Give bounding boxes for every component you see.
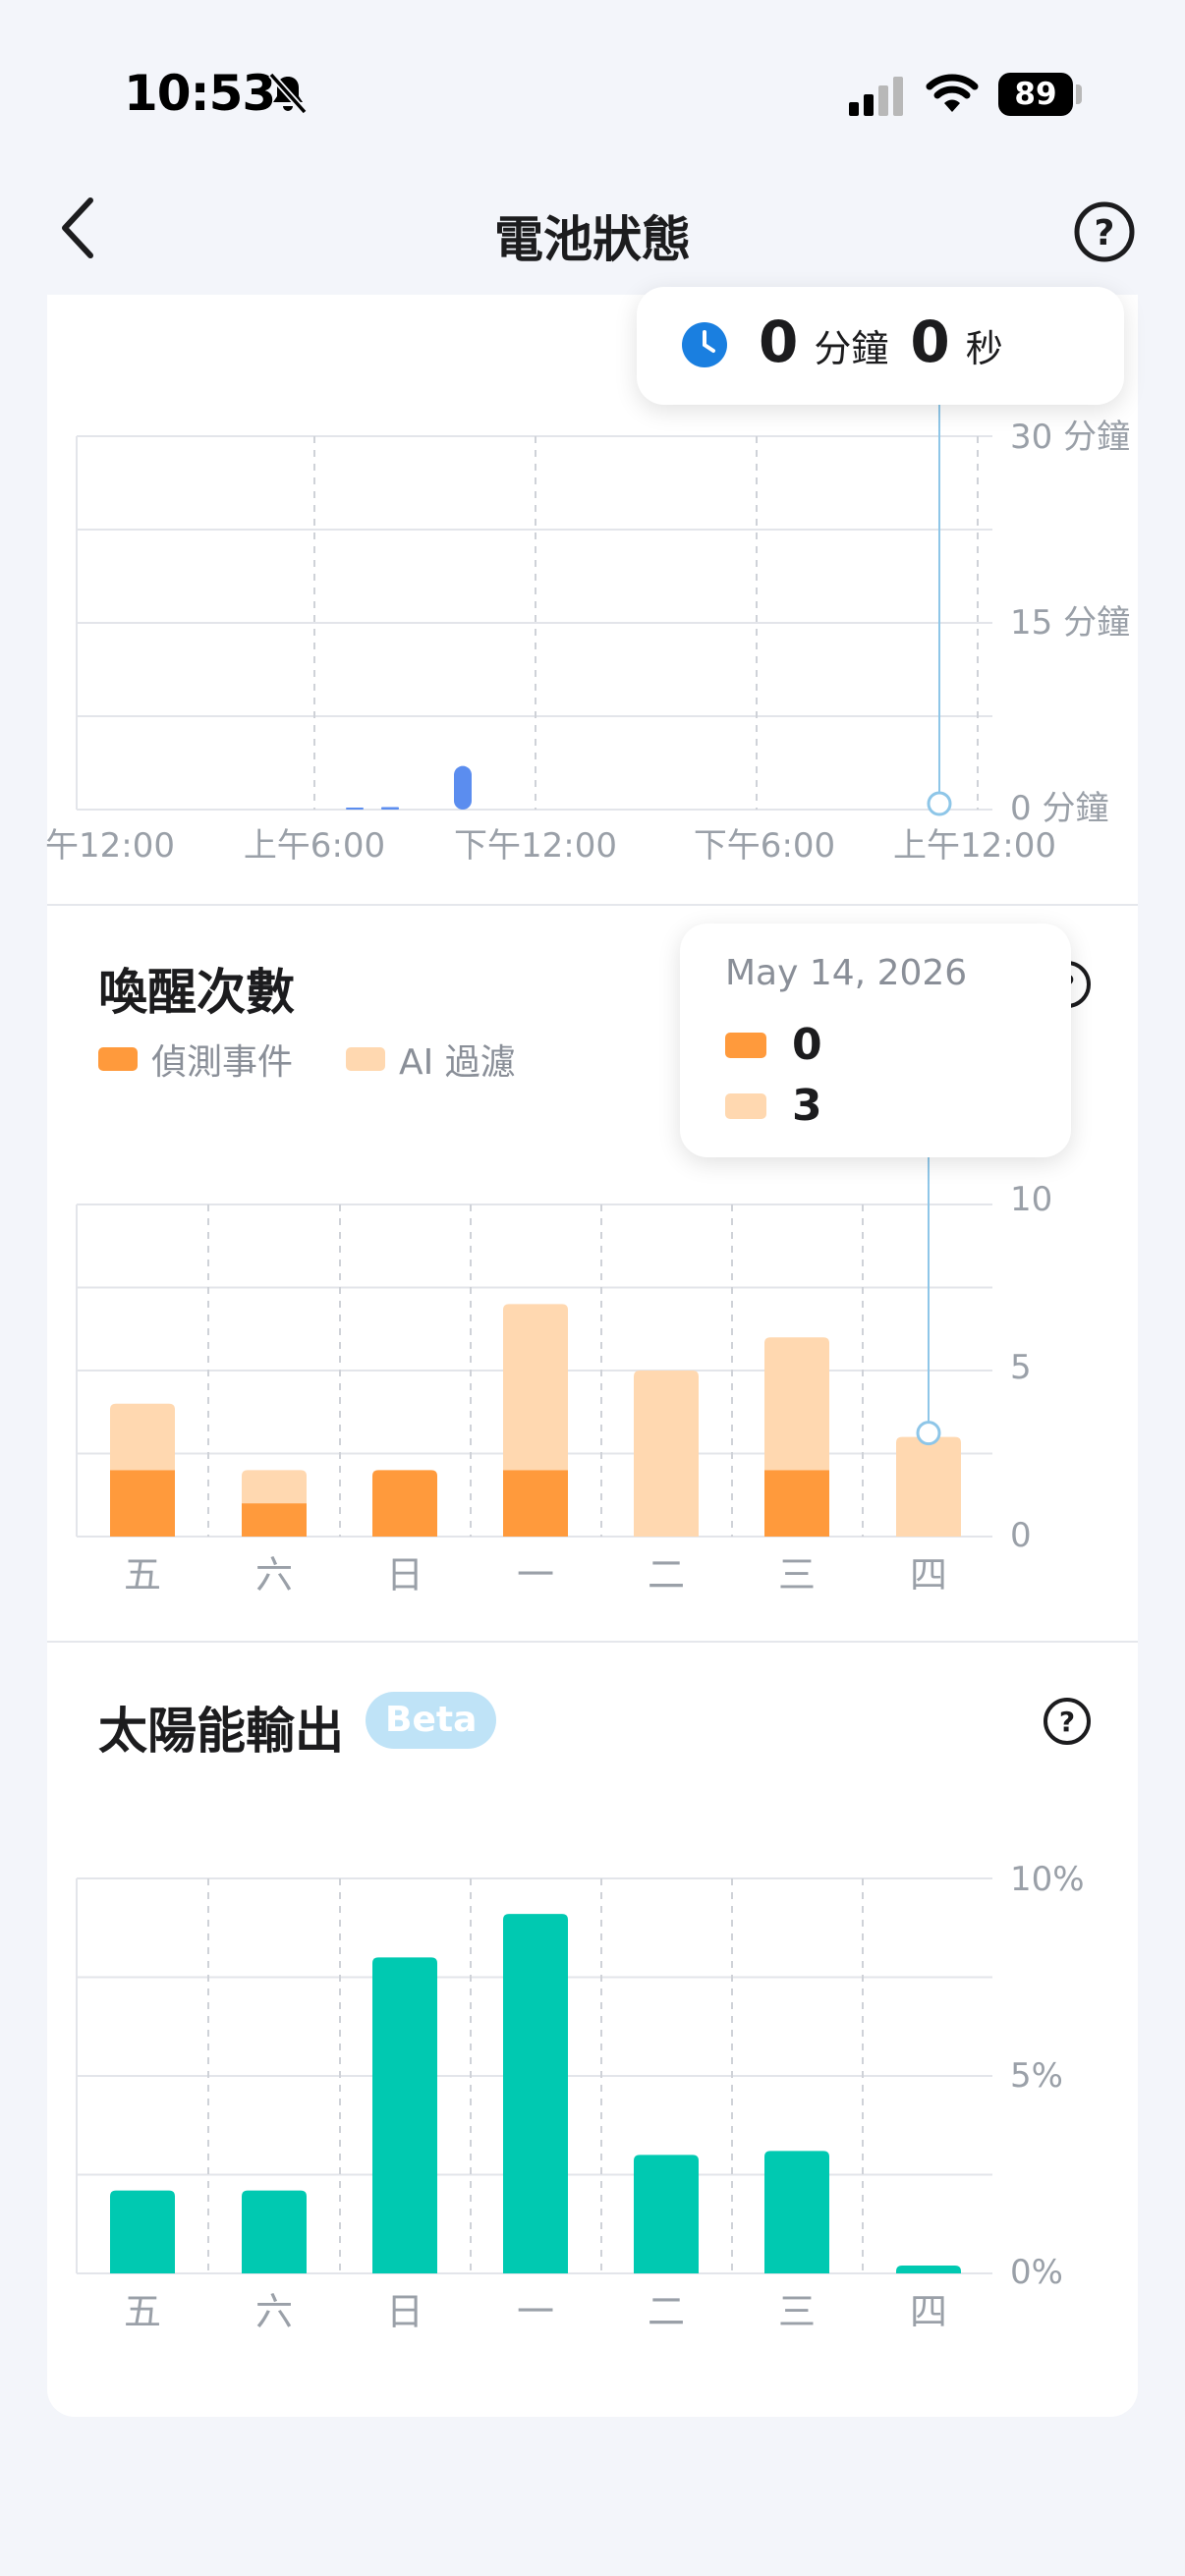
- x-axis-tick-label: 三: [778, 1553, 816, 1596]
- bar-ai-filter: [896, 1436, 961, 1537]
- tooltip-value-ai-filter: 3: [792, 1081, 822, 1131]
- bar-detection: [764, 1470, 829, 1537]
- usage-tooltip: 0 分鐘 0 秒: [637, 287, 1124, 405]
- x-axis-tick-label: 四: [910, 1553, 947, 1596]
- x-axis-tick-label: 三: [778, 2290, 816, 2333]
- bar-solar: [110, 2190, 175, 2273]
- bar-solar: [634, 2155, 699, 2273]
- duration-minutes-unit: 分鐘: [814, 327, 889, 370]
- legend-swatch-ai-filter: [346, 1047, 385, 1071]
- bar-ai-filter: [503, 1304, 568, 1471]
- bar-detection: [110, 1470, 175, 1537]
- tooltip-date: May 14, 2026: [725, 953, 968, 993]
- tooltip-row-detection: 0: [725, 1020, 822, 1070]
- bar-solar: [372, 1957, 437, 2273]
- bar-detection: [242, 1503, 307, 1537]
- legend-label-ai-filter: AI 過濾: [399, 1042, 516, 1083]
- usage-bar: [454, 765, 472, 810]
- x-axis-tick-label: 上午6:00: [244, 826, 385, 866]
- x-axis-tick-label: 四: [910, 2290, 947, 2333]
- x-axis-tick-label: 日: [386, 1553, 423, 1596]
- x-axis-tick-label: 一: [517, 2290, 554, 2333]
- usage-bar: [381, 807, 399, 810]
- bar-solar: [242, 2190, 307, 2273]
- duration-seconds-unit: 秒: [965, 327, 1003, 370]
- x-axis-tick-label: 下午6:00: [694, 826, 835, 866]
- x-axis-tick-label: 五: [124, 2290, 161, 2333]
- bar-solar: [503, 1914, 568, 2273]
- bar-ai-filter: [110, 1403, 175, 1471]
- y-axis-tick-label: 15 分鐘: [1010, 603, 1130, 643]
- clock-icon: [682, 322, 727, 367]
- tooltip-row-ai-filter: 3: [725, 1081, 822, 1131]
- y-axis-tick-label: 30 分鐘: [1010, 418, 1130, 457]
- svg-text:?: ?: [1059, 1706, 1075, 1738]
- bar-ai-filter: [242, 1470, 307, 1504]
- y-axis-tick-label: 5%: [1010, 2056, 1063, 2096]
- x-axis-tick-label: 下午12:00: [454, 826, 617, 866]
- x-axis-tick-label: 六: [255, 2290, 293, 2333]
- x-axis-tick-label: 二: [648, 1553, 685, 1596]
- bar-detection: [372, 1470, 437, 1537]
- x-axis-tick-label: 午12:00: [45, 826, 175, 866]
- tooltip-swatch-ai-filter: [725, 1092, 766, 1119]
- y-axis-tick-label: 10: [1010, 1180, 1052, 1219]
- legend-ai-filter: AI 過濾: [346, 1034, 516, 1085]
- tooltip-swatch-detection: [725, 1032, 766, 1058]
- tooltip-marker: [927, 791, 952, 816]
- y-axis-tick-label: 0: [1010, 1516, 1032, 1555]
- beta-badge: Beta: [366, 1692, 497, 1749]
- x-axis-tick-label: 一: [517, 1553, 554, 1596]
- tooltip-value-detection: 0: [792, 1020, 822, 1070]
- tooltip-marker: [916, 1421, 941, 1446]
- x-axis-tick-label: 五: [124, 1553, 161, 1596]
- legend-detection: 偵測事件: [98, 1034, 293, 1085]
- legend-label-detection: 偵測事件: [151, 1042, 294, 1083]
- bar-solar: [896, 2265, 961, 2273]
- x-axis-tick-label: 六: [255, 1553, 293, 1596]
- bar-solar: [764, 2151, 829, 2273]
- bar-detection: [503, 1470, 568, 1537]
- x-axis-tick-label: 上午12:00: [893, 826, 1056, 866]
- y-axis-tick-label: 0%: [1010, 2253, 1063, 2292]
- bar-ai-filter: [764, 1337, 829, 1471]
- x-axis-tick-label: 二: [648, 2290, 685, 2333]
- usage-duration: 0 分鐘 0 秒: [759, 308, 1025, 375]
- bar-ai-filter: [634, 1371, 699, 1537]
- help-icon[interactable]: ?: [1042, 1696, 1093, 1747]
- y-axis-tick-label: 5: [1010, 1348, 1032, 1387]
- usage-bar: [346, 808, 364, 810]
- duration-seconds: 0: [910, 308, 950, 375]
- duration-minutes: 0: [759, 308, 799, 375]
- y-axis-tick-label: 0 分鐘: [1010, 789, 1108, 828]
- solar-section-title: 太陽能輸出: [98, 1703, 344, 1760]
- legend-swatch-detection: [98, 1047, 138, 1071]
- wakeup-section-title: 喚醒次數: [98, 964, 295, 1021]
- wakeup-tooltip: May 14, 2026 0 3: [680, 924, 1071, 1157]
- x-axis-tick-label: 日: [386, 2290, 423, 2333]
- y-axis-tick-label: 10%: [1010, 1860, 1085, 1899]
